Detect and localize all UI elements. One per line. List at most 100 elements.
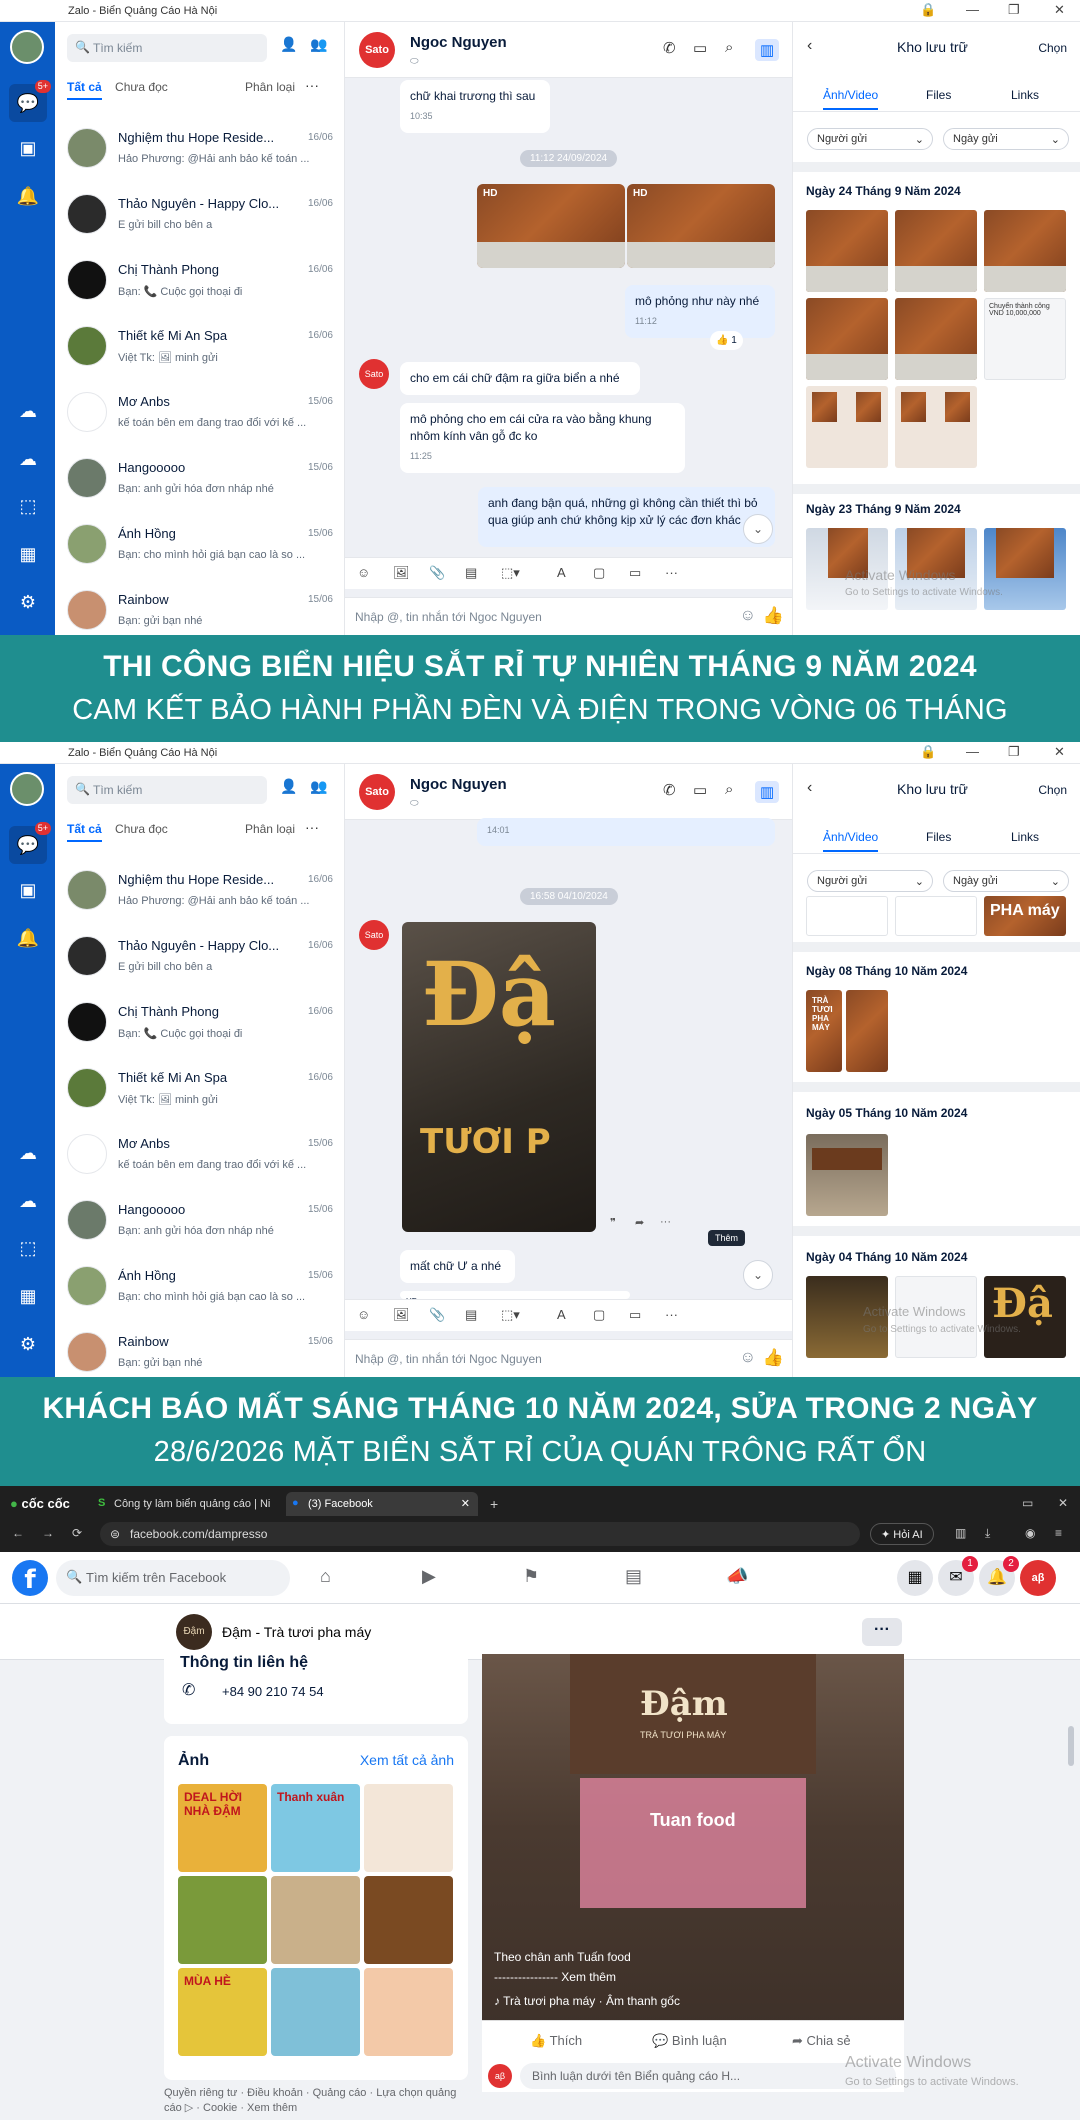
contact-name[interactable]: Ngoc Nguyen bbox=[410, 776, 507, 793]
user-avatar[interactable] bbox=[10, 30, 44, 64]
search-input[interactable]: 🔍 Tìm kiếm bbox=[67, 34, 267, 62]
attach-icon[interactable]: 📎 bbox=[429, 1307, 445, 1323]
back-icon[interactable]: ‹ bbox=[807, 37, 812, 55]
tab-all[interactable]: Tất cả bbox=[67, 80, 102, 100]
see-more-link[interactable]: ---------------- Xem thêm bbox=[494, 1970, 616, 1984]
pages-icon[interactable]: ⚑ bbox=[523, 1566, 539, 1587]
emoji-icon[interactable]: ☺ bbox=[740, 607, 756, 625]
phone-icon[interactable]: ✆ bbox=[663, 781, 676, 799]
conversation-item[interactable]: Mơ Anbs kế toán bên em đang trao đổi với … bbox=[55, 384, 345, 450]
contacts-icon[interactable]: ▣ bbox=[14, 134, 42, 162]
contact-avatar[interactable]: Sato bbox=[359, 32, 395, 68]
toolbox-icon[interactable]: ▦ bbox=[14, 1282, 42, 1310]
media-thumbnail[interactable] bbox=[984, 210, 1066, 292]
format-icon[interactable]: A bbox=[557, 565, 566, 580]
media-thumbnail[interactable]: Chuyển thành công VND 10,000,000 bbox=[984, 298, 1066, 380]
message-bubble[interactable]: cho em cái chữ đậm ra giữa biển a nhé bbox=[400, 362, 640, 395]
sticker-icon[interactable]: ☺ bbox=[357, 1307, 370, 1322]
date-filter[interactable]: Ngày gửi ⌄ bbox=[943, 128, 1069, 150]
more-icon[interactable]: ··· bbox=[665, 565, 678, 580]
tab-files[interactable]: Files bbox=[926, 830, 951, 844]
conversation-item[interactable]: Thiết kế Mi An Spa Việt Tk: 🖼 minh gửi 16/… bbox=[55, 1060, 345, 1126]
address-bar[interactable]: ⊜ facebook.com/dampresso bbox=[100, 1522, 860, 1546]
message-bubble[interactable]: anh đang bận quá, những gì không cần thi… bbox=[478, 487, 775, 547]
add-friend-icon[interactable]: 👤 bbox=[280, 36, 297, 53]
page-avatar[interactable]: Đậm bbox=[176, 1614, 212, 1650]
conversation-item[interactable]: Rainbow Bạn: gửi bạn nhé 15/06 bbox=[55, 582, 345, 635]
contact-name[interactable]: Ngoc Nguyen bbox=[410, 34, 507, 51]
restore-icon[interactable]: ❐ bbox=[1008, 2, 1020, 18]
search-input[interactable]: 🔍 Tìm kiếm bbox=[67, 776, 267, 804]
photo-thumbnail[interactable] bbox=[364, 1968, 453, 2056]
screenshot-icon[interactable]: ⬚ bbox=[14, 492, 42, 520]
screenshot-icon[interactable]: ⬚▾ bbox=[501, 565, 520, 581]
select-button[interactable]: Chọn bbox=[1038, 783, 1067, 797]
footer-links[interactable]: Quyền riêng tư · Điều khoản · Quảng cáo … bbox=[164, 2086, 468, 2116]
media-thumbnail[interactable] bbox=[895, 298, 977, 380]
tab-unread[interactable]: Chưa đọc bbox=[115, 822, 168, 836]
quick-message-icon[interactable]: ▢ bbox=[593, 565, 605, 581]
media-thumbnail[interactable] bbox=[806, 1134, 888, 1216]
contact-card-icon[interactable]: ▤ bbox=[465, 1307, 477, 1323]
close-icon[interactable]: ✕ bbox=[1054, 744, 1065, 760]
close-tab-icon[interactable]: ✕ bbox=[461, 1497, 470, 1510]
media-thumbnail[interactable] bbox=[806, 896, 888, 936]
bell-icon[interactable]: 🔔 bbox=[14, 182, 42, 210]
contact-avatar[interactable]: Sato bbox=[359, 359, 389, 389]
ads-icon[interactable]: 📣 bbox=[726, 1566, 748, 1587]
cloud-icon[interactable]: ☁ bbox=[14, 1187, 42, 1215]
emoji-icon[interactable]: ☺ bbox=[740, 1349, 756, 1367]
tab-facebook[interactable]: ● (3) Facebook ✕ bbox=[286, 1492, 478, 1516]
comment-button[interactable]: 💬 Bình luận bbox=[652, 2033, 727, 2049]
contacts-icon[interactable]: ▣ bbox=[14, 876, 42, 904]
lock-icon[interactable]: 🔒 bbox=[920, 2, 936, 18]
gear-icon[interactable]: ⚙ bbox=[14, 588, 42, 616]
message-bubble[interactable]: mất chữ Ư a nhé bbox=[400, 1250, 515, 1283]
tab-coccoc[interactable]: S Công ty làm biển quảng cáo | Ni bbox=[92, 1492, 282, 1516]
conversation-item[interactable]: Nghiệm thu Hope Reside... Hảo Phương: @Hả… bbox=[55, 862, 345, 928]
media-thumbnail[interactable]: TRÀ TƯƠI PHA MÁY bbox=[806, 990, 842, 1072]
cloud-sync-icon[interactable]: ☁ bbox=[14, 397, 42, 425]
cloud-sync-icon[interactable]: ☁ bbox=[14, 1139, 42, 1167]
close-window-icon[interactable]: ✕ bbox=[1058, 1496, 1068, 1510]
message-bubble[interactable]: mô phỏng như này nhé 11:12 bbox=[625, 285, 775, 338]
conversation-item[interactable]: Thiết kế Mi An Spa Việt Tk: 🖼 minh gửi 16/… bbox=[55, 318, 345, 384]
reels-icon[interactable]: ▶ bbox=[422, 1566, 436, 1587]
conversation-item[interactable]: Ánh Hồng Bạn: cho mình hỏi giá bạn cao là… bbox=[55, 1258, 345, 1324]
reaction-count[interactable]: 👍 1 bbox=[710, 331, 743, 350]
media-thumbnail[interactable] bbox=[806, 298, 888, 380]
reader-icon[interactable]: ▥ bbox=[955, 1526, 966, 1540]
photo-thumbnail[interactable] bbox=[364, 1876, 453, 1964]
tab-files[interactable]: Files bbox=[926, 88, 951, 102]
attach-icon[interactable]: 📎 bbox=[429, 565, 445, 581]
message-input[interactable]: Nhập @, tin nhắn tới Ngoc Nguyen ☺ 👍 bbox=[345, 597, 792, 635]
back-icon[interactable]: ‹ bbox=[807, 779, 812, 797]
site-info-icon[interactable]: ⊜ bbox=[110, 1527, 120, 1541]
image-message[interactable]: HD bbox=[477, 184, 625, 268]
more-icon[interactable]: ··· bbox=[305, 819, 319, 835]
tag-icon[interactable]: ⬭ bbox=[410, 798, 419, 809]
comment-input[interactable]: Bình luận dưới tên Biển quảng cáo H... bbox=[520, 2063, 896, 2089]
restore-icon[interactable]: ❐ bbox=[1008, 744, 1020, 760]
select-button[interactable]: Chọn bbox=[1038, 41, 1067, 55]
more-icon[interactable]: ··· bbox=[305, 77, 319, 93]
sticker-icon[interactable]: ☺ bbox=[357, 565, 370, 580]
media-thumbnail[interactable] bbox=[895, 896, 977, 936]
video-call-icon[interactable]: ▭ bbox=[693, 39, 707, 57]
scroll-down-icon[interactable]: ⌄ bbox=[743, 514, 773, 544]
conversation-item[interactable]: Chị Thành Phong Bạn: 📞 Cuộc gọi thoại đi 1… bbox=[55, 252, 345, 318]
image-message[interactable]: HD bbox=[627, 184, 775, 268]
conversation-item[interactable]: Ánh Hồng Bạn: cho mình hỏi giá bạn cao là… bbox=[55, 516, 345, 582]
forward-icon[interactable]: → bbox=[42, 1526, 54, 1540]
tab-links[interactable]: Links bbox=[1011, 88, 1039, 102]
add-friend-icon[interactable]: 👤 bbox=[280, 778, 297, 795]
reel-post[interactable]: Đậm TRÀ TƯƠI PHA MÁY Tuan food Theo chân… bbox=[482, 1654, 904, 2092]
contact-avatar[interactable]: Sato bbox=[359, 774, 395, 810]
minimize-icon[interactable]: — bbox=[966, 2, 979, 17]
account-avatar[interactable]: aβ bbox=[1020, 1560, 1056, 1596]
classify-dropdown[interactable]: Phân loại bbox=[245, 822, 295, 836]
conversation-item[interactable]: Thảo Nguyên - Happy Clo... E gửi bill cho… bbox=[55, 928, 345, 994]
tab-links[interactable]: Links bbox=[1011, 830, 1039, 844]
tab-media[interactable]: Ảnh/Video bbox=[823, 88, 879, 110]
photo-thumbnail[interactable] bbox=[364, 1784, 453, 1872]
